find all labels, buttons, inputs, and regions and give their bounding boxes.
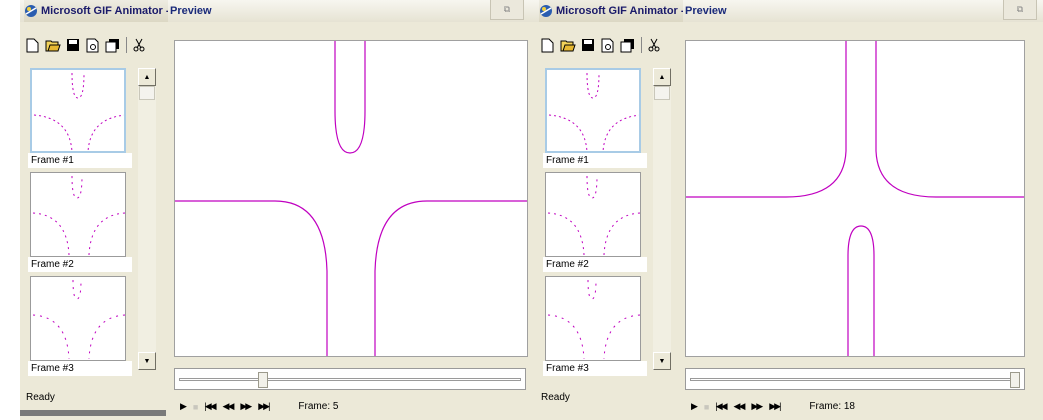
slider-groove bbox=[179, 378, 521, 381]
status-text: Ready bbox=[26, 392, 55, 403]
cut-icon[interactable] bbox=[645, 37, 662, 54]
play-icon[interactable]: ▶ bbox=[691, 401, 698, 412]
status-text: Ready bbox=[541, 392, 570, 403]
toolbar-separator bbox=[641, 37, 642, 53]
frame-thumbnail bbox=[545, 172, 641, 257]
gif-animator-window-1: Microsoft GIF Animator - Preview ⧉ Frame… bbox=[20, 0, 540, 420]
play-icon[interactable]: ▶ bbox=[180, 401, 187, 412]
title-bar: Microsoft GIF Animator - Preview ⧉ bbox=[535, 0, 1043, 22]
preview-title: Preview bbox=[170, 5, 212, 17]
frame-list-pane: Frame #1 Frame #2 Frame #3 ▲ ▼ bbox=[539, 60, 681, 378]
first-frame-icon[interactable]: |◀◀ bbox=[204, 401, 216, 412]
preview-title: Preview bbox=[685, 5, 727, 17]
app-title-text: Microsoft GIF Animator - bbox=[41, 5, 168, 17]
frame-thumbnail bbox=[30, 276, 126, 361]
scroll-thumb[interactable] bbox=[139, 86, 155, 100]
app-title-text: Microsoft GIF Animator - bbox=[556, 5, 683, 17]
status-bar bbox=[20, 410, 166, 416]
frame-thumbnail bbox=[545, 68, 641, 153]
toolbar bbox=[539, 34, 662, 56]
frame-thumbnail bbox=[545, 276, 641, 361]
save-icon[interactable] bbox=[579, 37, 596, 54]
first-frame-icon[interactable]: |◀◀ bbox=[715, 401, 727, 412]
frame-thumbnail bbox=[30, 68, 126, 153]
scroll-down-icon[interactable]: ▼ bbox=[138, 352, 156, 370]
new-icon[interactable] bbox=[539, 37, 556, 54]
frame-readout: Frame: 5 bbox=[298, 401, 339, 412]
frame-label: Frame #2 bbox=[543, 257, 647, 272]
frame-label: Frame #3 bbox=[543, 361, 647, 376]
next-frame-icon[interactable]: ▶▶ bbox=[751, 401, 763, 412]
app-title[interactable]: Microsoft GIF Animator - bbox=[539, 0, 683, 22]
frame-list: Frame #1 Frame #2 Frame #3 bbox=[28, 68, 136, 378]
toolbar-separator bbox=[126, 37, 127, 53]
frame-item[interactable]: Frame #1 bbox=[543, 68, 649, 168]
slider-thumb[interactable] bbox=[258, 372, 268, 388]
scroll-down-icon[interactable]: ▼ bbox=[653, 352, 671, 370]
last-frame-icon[interactable]: ▶▶| bbox=[258, 401, 270, 412]
open-icon[interactable] bbox=[44, 37, 61, 54]
next-frame-icon[interactable]: ▶▶ bbox=[240, 401, 252, 412]
insert-icon[interactable] bbox=[104, 37, 121, 54]
gif-animator-icon bbox=[25, 5, 37, 17]
frame-item[interactable]: Frame #3 bbox=[543, 276, 649, 376]
restore-icon[interactable]: ⧉ bbox=[1003, 0, 1037, 20]
save-icon[interactable] bbox=[64, 37, 81, 54]
gif-animator-icon bbox=[540, 5, 552, 17]
frame-slider[interactable] bbox=[685, 368, 1025, 390]
scroll-thumb[interactable] bbox=[654, 86, 670, 100]
slider-groove bbox=[690, 378, 1020, 381]
app-title[interactable]: Microsoft GIF Animator - bbox=[24, 0, 168, 22]
insert-icon[interactable] bbox=[619, 37, 636, 54]
open-icon[interactable] bbox=[559, 37, 576, 54]
frame-label: Frame #3 bbox=[28, 361, 132, 376]
previous-frame-icon[interactable]: ◀◀ bbox=[734, 401, 746, 412]
playback-controls: ▶ ■ |◀◀ ◀◀ ▶▶ ▶▶| Frame: 18 bbox=[691, 401, 855, 412]
new-icon[interactable] bbox=[24, 37, 41, 54]
title-bar: Microsoft GIF Animator - Preview ⧉ bbox=[20, 0, 540, 22]
gif-animator-window-2: Microsoft GIF Animator - Preview ⧉ Frame… bbox=[535, 0, 1043, 420]
frame-slider[interactable] bbox=[174, 368, 526, 390]
frame-label: Frame #2 bbox=[28, 257, 132, 272]
print-preview-icon[interactable] bbox=[84, 37, 101, 54]
scroll-up-icon[interactable]: ▲ bbox=[653, 68, 671, 86]
previous-frame-icon[interactable]: ◀◀ bbox=[223, 401, 235, 412]
frame-label: Frame #1 bbox=[543, 153, 647, 168]
slider-thumb[interactable] bbox=[1010, 372, 1020, 388]
frame-item[interactable]: Frame #3 bbox=[28, 276, 134, 376]
restore-icon[interactable]: ⧉ bbox=[490, 0, 524, 20]
preview-canvas bbox=[174, 40, 528, 357]
frame-list-scrollbar[interactable]: ▲ ▼ bbox=[138, 68, 156, 370]
frame-item[interactable]: Frame #1 bbox=[28, 68, 134, 168]
frame-list-scrollbar[interactable]: ▲ ▼ bbox=[653, 68, 671, 370]
background bbox=[0, 0, 20, 420]
last-frame-icon[interactable]: ▶▶| bbox=[769, 401, 781, 412]
playback-controls: ▶ ■ |◀◀ ◀◀ ▶▶ ▶▶| Frame: 5 bbox=[180, 401, 338, 412]
frame-readout: Frame: 18 bbox=[809, 401, 855, 412]
toolbar bbox=[24, 34, 147, 56]
scroll-up-icon[interactable]: ▲ bbox=[138, 68, 156, 86]
preview-canvas bbox=[685, 40, 1025, 357]
print-preview-icon[interactable] bbox=[599, 37, 616, 54]
frame-list: Frame #1 Frame #2 Frame #3 bbox=[543, 68, 651, 378]
frame-thumbnail bbox=[30, 172, 126, 257]
stop-icon[interactable]: ■ bbox=[704, 402, 710, 412]
frame-item[interactable]: Frame #2 bbox=[543, 172, 649, 272]
cut-icon[interactable] bbox=[130, 37, 147, 54]
stop-icon[interactable]: ■ bbox=[193, 402, 199, 412]
frame-list-pane: Frame #1 Frame #2 Frame #3 ▲ ▼ bbox=[24, 60, 166, 378]
frame-label: Frame #1 bbox=[28, 153, 132, 168]
frame-item[interactable]: Frame #2 bbox=[28, 172, 134, 272]
